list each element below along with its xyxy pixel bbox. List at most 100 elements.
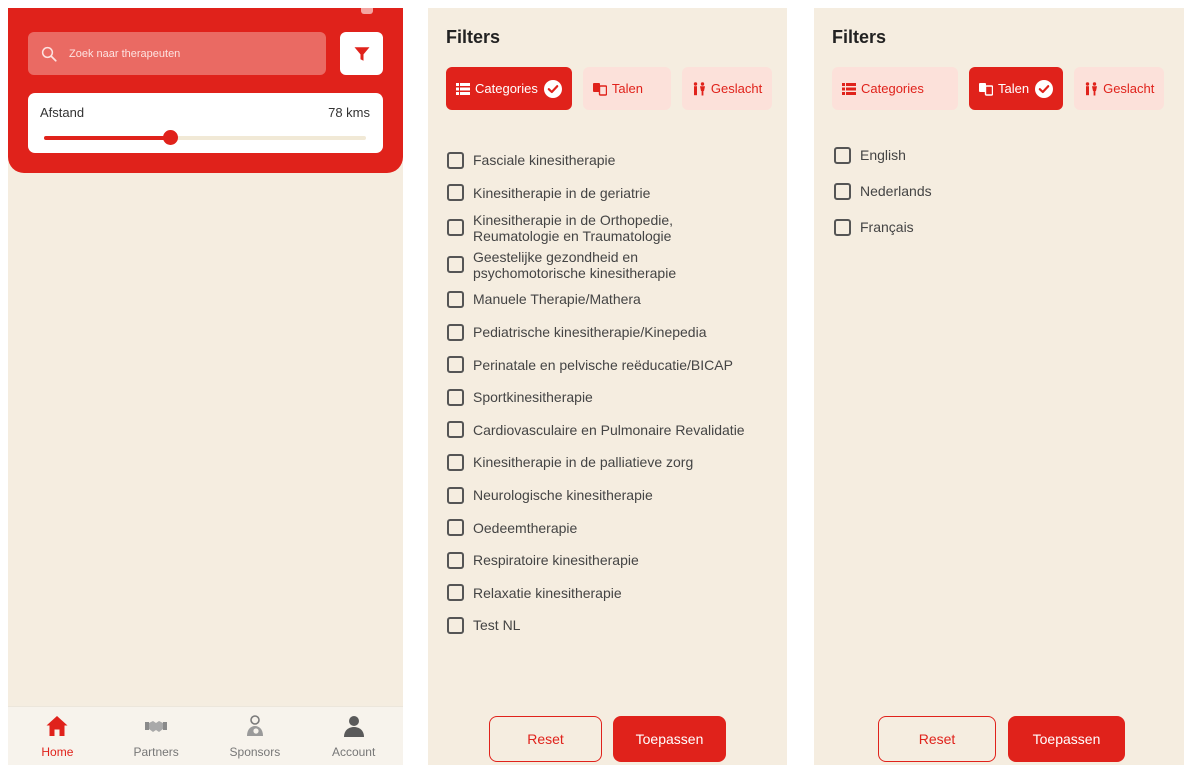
- category-label: Kinesitherapie in de palliatieve zorg: [473, 454, 694, 471]
- list-item[interactable]: Pediatrische kinesitherapie/Kinepedia: [447, 316, 745, 349]
- filter-tabs: Categories Talen Geslacht: [446, 67, 773, 110]
- list-icon: [842, 82, 856, 95]
- category-label: Test NL: [473, 617, 521, 634]
- tab-categories-label: Categories: [475, 81, 538, 96]
- filter-tabs: Categories Talen Geslacht: [832, 67, 1165, 110]
- list-item[interactable]: Relaxatie kinesitherapie: [447, 577, 745, 610]
- checkbox[interactable]: [834, 182, 851, 200]
- nav-partners-label: Partners: [133, 745, 179, 759]
- list-item[interactable]: Test NL: [447, 609, 745, 642]
- list-item[interactable]: Respiratoire kinesitherapie: [447, 544, 745, 577]
- tab-geslacht[interactable]: Geslacht: [681, 67, 773, 110]
- apply-button[interactable]: Toepassen: [613, 716, 726, 762]
- checkbox[interactable]: [447, 388, 464, 406]
- distance-card: Afstand 78 kms: [28, 93, 383, 153]
- checkbox[interactable]: [447, 421, 464, 439]
- filters-title: Filters: [832, 27, 887, 47]
- category-label: Sportkinesitherapie: [473, 389, 593, 406]
- checkbox[interactable]: [447, 519, 464, 537]
- search-placeholder: Zoek naar therapeuten: [69, 47, 181, 60]
- distance-label: Afstand: [40, 105, 85, 120]
- gender-icon: [693, 81, 705, 95]
- tab-geslacht-label: Geslacht: [1103, 81, 1155, 96]
- distance-value: 78 kms: [328, 105, 370, 120]
- search-icon: [41, 46, 57, 62]
- checkbox[interactable]: [447, 551, 464, 569]
- search-input[interactable]: Zoek naar therapeuten: [28, 32, 326, 75]
- checkbox[interactable]: [447, 584, 464, 602]
- categories-list: Fasciale kinesitherapie Kinesitherapie i…: [447, 144, 745, 642]
- bottom-navigation: Home Partners Sponsors Account: [8, 706, 403, 765]
- tab-talen-label: Talen: [611, 81, 643, 96]
- tab-categories-label: Categories: [861, 81, 924, 96]
- tab-geslacht-label: Geslacht: [710, 81, 763, 96]
- category-label: Geestelijke gezondheid en psychomotorisc…: [473, 248, 677, 281]
- list-item[interactable]: Fasciale kinesitherapie: [447, 144, 745, 177]
- list-item[interactable]: Kinesitherapie in de geriatrie: [447, 177, 745, 210]
- list-item[interactable]: Kinesitherapie in de Orthopedie, Reumato…: [447, 209, 745, 246]
- filters-title: Filters: [446, 27, 501, 47]
- checkbox[interactable]: [447, 453, 464, 471]
- filters-categories-screen: Filters Categories Talen Geslacht Fascia…: [428, 8, 787, 765]
- checkbox[interactable]: [447, 151, 464, 169]
- list-item[interactable]: Oedeemtherapie: [447, 511, 745, 544]
- category-label: Fasciale kinesitherapie: [473, 152, 616, 169]
- filter-funnel-icon: [354, 46, 369, 61]
- list-item[interactable]: Perinatale en pelvische reëducatie/BICAP: [447, 348, 745, 381]
- nav-partners[interactable]: Partners: [107, 707, 206, 765]
- checkbox[interactable]: [834, 146, 851, 164]
- tab-geslacht[interactable]: Geslacht: [1074, 67, 1165, 110]
- checkbox[interactable]: [447, 486, 464, 504]
- category-label: Oedeemtherapie: [473, 519, 578, 536]
- apply-button[interactable]: Toepassen: [1008, 716, 1125, 762]
- nav-sponsors[interactable]: Sponsors: [206, 707, 305, 765]
- list-item[interactable]: Neurologische kinesitherapie: [447, 479, 745, 512]
- gender-icon: [1085, 81, 1098, 95]
- category-label: Manuele Therapie/Mathera: [473, 291, 641, 308]
- checkbox[interactable]: [447, 356, 464, 374]
- tab-talen-label: Talen: [998, 81, 1030, 96]
- tab-categories[interactable]: Categories: [832, 67, 958, 110]
- category-label: Relaxatie kinesitherapie: [473, 584, 622, 601]
- home-header: Zoek naar therapeuten Afstand 78 kms: [8, 8, 403, 173]
- check-circle-icon: [543, 79, 562, 98]
- reset-button[interactable]: Reset: [489, 716, 602, 762]
- nav-account[interactable]: Account: [304, 707, 403, 765]
- language-label: English: [860, 147, 906, 163]
- translate-icon: [592, 82, 607, 96]
- category-label: Respiratoire kinesitherapie: [473, 552, 639, 569]
- languages-list: English Nederlands Français: [834, 137, 932, 245]
- checkbox[interactable]: [447, 323, 464, 341]
- slider-thumb[interactable]: [162, 130, 178, 145]
- nav-home-label: Home: [41, 745, 74, 759]
- checkbox[interactable]: [834, 218, 851, 236]
- list-item[interactable]: Cardiovasculaire en Pulmonaire Revalidat…: [447, 414, 745, 447]
- tab-categories[interactable]: Categories: [446, 67, 572, 110]
- category-label: Kinesitherapie in de geriatrie: [473, 184, 651, 201]
- nav-home[interactable]: Home: [8, 707, 107, 765]
- language-label: Français: [860, 219, 914, 235]
- filter-button[interactable]: [340, 32, 383, 75]
- list-item[interactable]: English: [834, 137, 932, 173]
- list-item[interactable]: Nederlands: [834, 173, 932, 209]
- filters-languages-screen: Filters Categories Talen Geslacht Englis…: [814, 8, 1184, 765]
- slider-fill: [44, 136, 170, 140]
- checkbox[interactable]: [447, 256, 464, 274]
- distance-slider[interactable]: [44, 130, 366, 145]
- list-item[interactable]: Sportkinesitherapie: [447, 381, 745, 414]
- checkbox[interactable]: [447, 219, 464, 237]
- checkbox[interactable]: [447, 184, 464, 202]
- handshake-icon: [145, 721, 168, 732]
- sponsor-icon: [246, 715, 263, 736]
- checkbox[interactable]: [447, 616, 464, 634]
- list-item[interactable]: Français: [834, 209, 932, 245]
- tab-talen[interactable]: Talen: [969, 67, 1064, 110]
- list-icon: [456, 82, 470, 95]
- reset-button[interactable]: Reset: [878, 716, 996, 762]
- tab-talen[interactable]: Talen: [582, 67, 671, 110]
- checkbox[interactable]: [447, 290, 464, 308]
- list-item[interactable]: Manuele Therapie/Mathera: [447, 283, 745, 316]
- list-item[interactable]: Kinesitherapie in de palliatieve zorg: [447, 446, 745, 479]
- category-label: Neurologische kinesitherapie: [473, 487, 653, 504]
- list-item[interactable]: Geestelijke gezondheid en psychomotorisc…: [447, 246, 745, 283]
